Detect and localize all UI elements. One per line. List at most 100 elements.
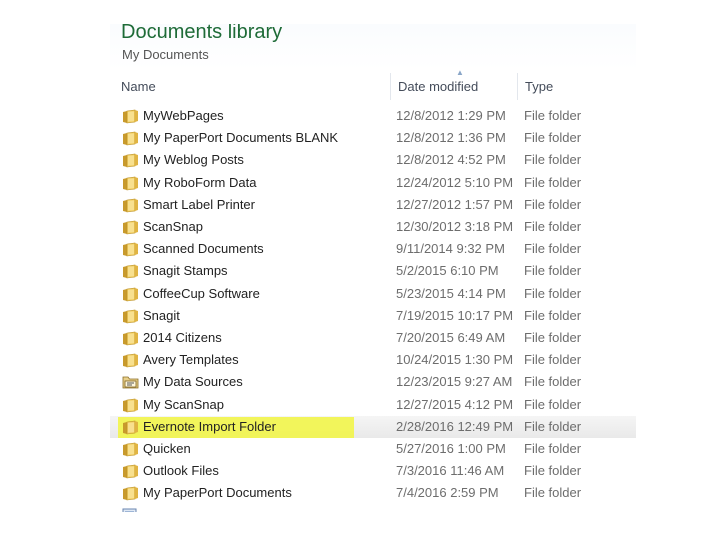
file-type: File folder xyxy=(524,352,582,368)
file-date-modified: 7/4/2016 2:59 PM xyxy=(396,485,499,501)
folder-icon xyxy=(123,487,138,501)
file-row[interactable]: Snagit Stamps 5/2/2015 6:10 PM File folder xyxy=(110,260,636,282)
file-row[interactable]: Smart Label Printer 12/27/2012 1:57 PM Fil… xyxy=(110,194,636,216)
file-date-modified: 7/19/2015 10:17 PM xyxy=(396,307,514,323)
folder-icon xyxy=(123,242,138,257)
file-type: File folder xyxy=(524,418,582,434)
file-row[interactable]: Evernote Import Folder 2/28/2016 12:49 PM… xyxy=(110,415,636,438)
library-header: Documents library My Documents xyxy=(110,24,636,70)
file-type: File folder xyxy=(524,330,582,345)
file-type: File folder xyxy=(524,285,582,301)
file-date-modified: 12/30/2012 3:18 PM xyxy=(396,219,514,234)
file-row[interactable]: Avery Templates 10/24/2015 1:30 PM File fo… xyxy=(110,349,636,371)
file-date-modified: 9/11/2014 9:32 PM xyxy=(396,241,505,257)
file-row[interactable]: My Data Sources 12/23/2015 9:27 AM File fo… xyxy=(110,371,636,393)
file-name: Scanned Documents xyxy=(143,241,264,257)
folder-icon xyxy=(123,353,138,368)
file-row[interactable]: MyWebPages 12/8/2012 1:29 PM File folder xyxy=(110,105,636,127)
folder-icon xyxy=(123,309,138,324)
file-row[interactable]: My RoboForm Data 12/24/2012 5:10 PM File f… xyxy=(110,172,636,194)
file-name: 2014 Citizens xyxy=(143,330,222,345)
file-date-modified: 12/23/2015 9:27 AM xyxy=(396,374,513,390)
file-date-modified: 12/8/2012 1:36 PM xyxy=(396,130,506,146)
explorer-window: Documents library My Documents Name ▲ Da… xyxy=(110,24,636,512)
folder-icon xyxy=(123,464,138,479)
file-row[interactable]: Outlook Files 7/3/2016 11:46 AM File folde… xyxy=(110,460,636,482)
file-date-modified: 2/28/2016 12:49 PM xyxy=(396,418,514,434)
library-subtitle: My Documents xyxy=(122,47,209,62)
folder-icon xyxy=(123,109,138,124)
file-date-modified: 12/24/2012 5:10 PM xyxy=(396,174,514,190)
file-name: My PaperPort Documents BLANK xyxy=(143,130,339,146)
file-name: Snagit Stamps xyxy=(143,263,228,279)
folder-icon xyxy=(123,154,138,168)
file-name: My PaperPort Documents xyxy=(143,485,292,501)
file-name: Evernote Import Folder xyxy=(143,418,276,434)
file-row[interactable]: CoffeeCup Software 5/23/2015 4:14 PM File … xyxy=(110,283,636,305)
file-type: File folder xyxy=(524,463,582,479)
file-date-modified: 10/24/2015 1:30 PM xyxy=(396,352,514,368)
file-type: File folder xyxy=(524,174,582,190)
file-name: My Data Sources xyxy=(143,374,243,390)
sort-ascending-icon: ▲ xyxy=(456,68,464,77)
file-type: File folder xyxy=(524,307,582,323)
folder-icon xyxy=(123,420,138,435)
file-icon xyxy=(122,508,137,512)
file-name: Avery Templates xyxy=(143,352,239,368)
file-type: File folder xyxy=(524,485,582,501)
folder-icon xyxy=(123,176,138,190)
file-row[interactable]: Snagit 7/19/2015 10:17 PM File folder xyxy=(110,305,636,327)
column-header-date-label: Date modified xyxy=(398,79,479,94)
file-date-modified: 7/3/2016 11:46 AM xyxy=(396,463,505,479)
folder-icon xyxy=(123,220,138,235)
folder-icon xyxy=(123,287,138,301)
file-type: File folder xyxy=(524,196,582,212)
file-type: File folder xyxy=(524,374,582,390)
column-header-name[interactable]: Name xyxy=(110,73,390,100)
file-date-modified: 5/27/2016 1:00 PM xyxy=(396,441,506,456)
file-date-modified: 7/20/2015 6:49 AM xyxy=(396,330,506,345)
data-sources-folder-icon xyxy=(122,376,139,389)
file-name: My Weblog Posts xyxy=(143,152,244,168)
file-name: My ScanSnap xyxy=(143,396,224,412)
file-name: ScanSnap xyxy=(143,219,203,234)
file-type: File folder xyxy=(524,219,582,234)
file-name: Snagit xyxy=(143,307,180,323)
folder-icon xyxy=(123,442,138,457)
folder-icon xyxy=(123,198,138,213)
file-date-modified: 12/27/2012 1:57 PM xyxy=(396,196,514,212)
folder-icon xyxy=(123,331,138,346)
folder-icon xyxy=(123,131,138,146)
file-name: My RoboForm Data xyxy=(143,174,257,190)
file-row[interactable]: My ScanSnap 12/27/2015 4:12 PM File folder xyxy=(110,394,636,416)
file-date-modified: 5/2/2015 6:10 PM xyxy=(396,263,499,279)
folder-icon xyxy=(123,398,138,412)
file-name: Outlook Files xyxy=(143,463,219,479)
column-header-type[interactable]: Type xyxy=(517,73,636,100)
file-date-modified: 12/27/2015 4:12 PM xyxy=(396,396,514,412)
file-name: CoffeeCup Software xyxy=(143,285,260,301)
file-type: File folder xyxy=(524,263,582,279)
file-row[interactable]: Quicken 5/27/2016 1:00 PM File folder xyxy=(110,438,636,460)
file-type: File folder xyxy=(524,241,582,257)
column-header-date-modified[interactable]: ▲ Date modified xyxy=(390,69,517,100)
file-row[interactable]: 2014 Citizens 7/20/2015 6:49 AM File folde… xyxy=(110,327,636,349)
file-date-modified: 5/23/2015 4:14 PM xyxy=(396,285,506,301)
file-name: MyWebPages xyxy=(143,108,224,123)
file-row[interactable]: My PaperPort Documents BLANK 12/8/2012 1:… xyxy=(110,127,636,149)
file-type: File folder xyxy=(524,108,582,123)
file-date-modified: 12/8/2012 4:52 PM xyxy=(396,152,506,168)
file-type: File folder xyxy=(524,441,582,456)
file-row[interactable]: My Weblog Posts 12/8/2012 4:52 PM File fol… xyxy=(110,149,636,171)
file-row[interactable]: ScanSnap 12/30/2012 3:18 PM File folder xyxy=(110,216,636,238)
file-name: Smart Label Printer xyxy=(143,196,255,212)
file-date-modified: 12/8/2012 1:29 PM xyxy=(396,108,506,123)
folder-icon xyxy=(123,265,138,279)
library-title: Documents library xyxy=(121,24,283,43)
column-header-bar: Name ▲ Date modified Type xyxy=(110,69,636,100)
file-row[interactable]: My PaperPort Documents 7/4/2016 2:59 PM Fi… xyxy=(110,482,636,504)
file-row[interactable]: Scanned Documents 9/11/2014 9:32 PM File f… xyxy=(110,238,636,260)
file-type: File folder xyxy=(524,396,582,412)
file-type: File folder xyxy=(524,152,582,168)
partially-visible-row[interactable] xyxy=(110,508,636,512)
